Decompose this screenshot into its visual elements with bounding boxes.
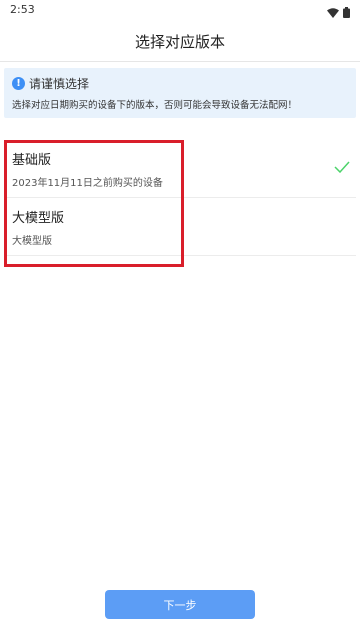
notice-title-row: ! 请谨慎选择 bbox=[12, 75, 89, 92]
status-icons bbox=[327, 3, 350, 22]
info-icon: ! bbox=[12, 77, 25, 90]
page-title: 选择对应版本 bbox=[134, 33, 225, 51]
app-bar: 选择对应版本 bbox=[0, 22, 360, 62]
status-time: 2:53 bbox=[10, 3, 35, 16]
notice-description: 选择对应日期购买的设备下的版本，否则可能会导致设备无法配网！ bbox=[12, 100, 298, 111]
option-subtitle: 大模型版 bbox=[12, 236, 52, 247]
option-basic[interactable]: 基础版 2023年11月11日之前购买的设备 bbox=[4, 140, 356, 198]
option-subtitle: 2023年11月11日之前购买的设备 bbox=[12, 178, 163, 189]
wifi-icon bbox=[327, 3, 339, 22]
option-large-model[interactable]: 大模型版 大模型版 bbox=[4, 198, 356, 256]
status-bar: 2:53 bbox=[0, 0, 360, 20]
version-options: 基础版 2023年11月11日之前购买的设备 大模型版 大模型版 bbox=[0, 140, 360, 256]
battery-icon bbox=[343, 3, 350, 22]
option-title: 基础版 bbox=[12, 153, 52, 168]
check-icon bbox=[334, 158, 350, 177]
next-button[interactable]: 下一步 bbox=[105, 590, 255, 619]
option-title: 大模型版 bbox=[12, 211, 65, 226]
notice-banner: ! 请谨慎选择 选择对应日期购买的设备下的版本，否则可能会导致设备无法配网！ bbox=[4, 68, 356, 118]
notice-title: 请谨慎选择 bbox=[29, 77, 90, 91]
